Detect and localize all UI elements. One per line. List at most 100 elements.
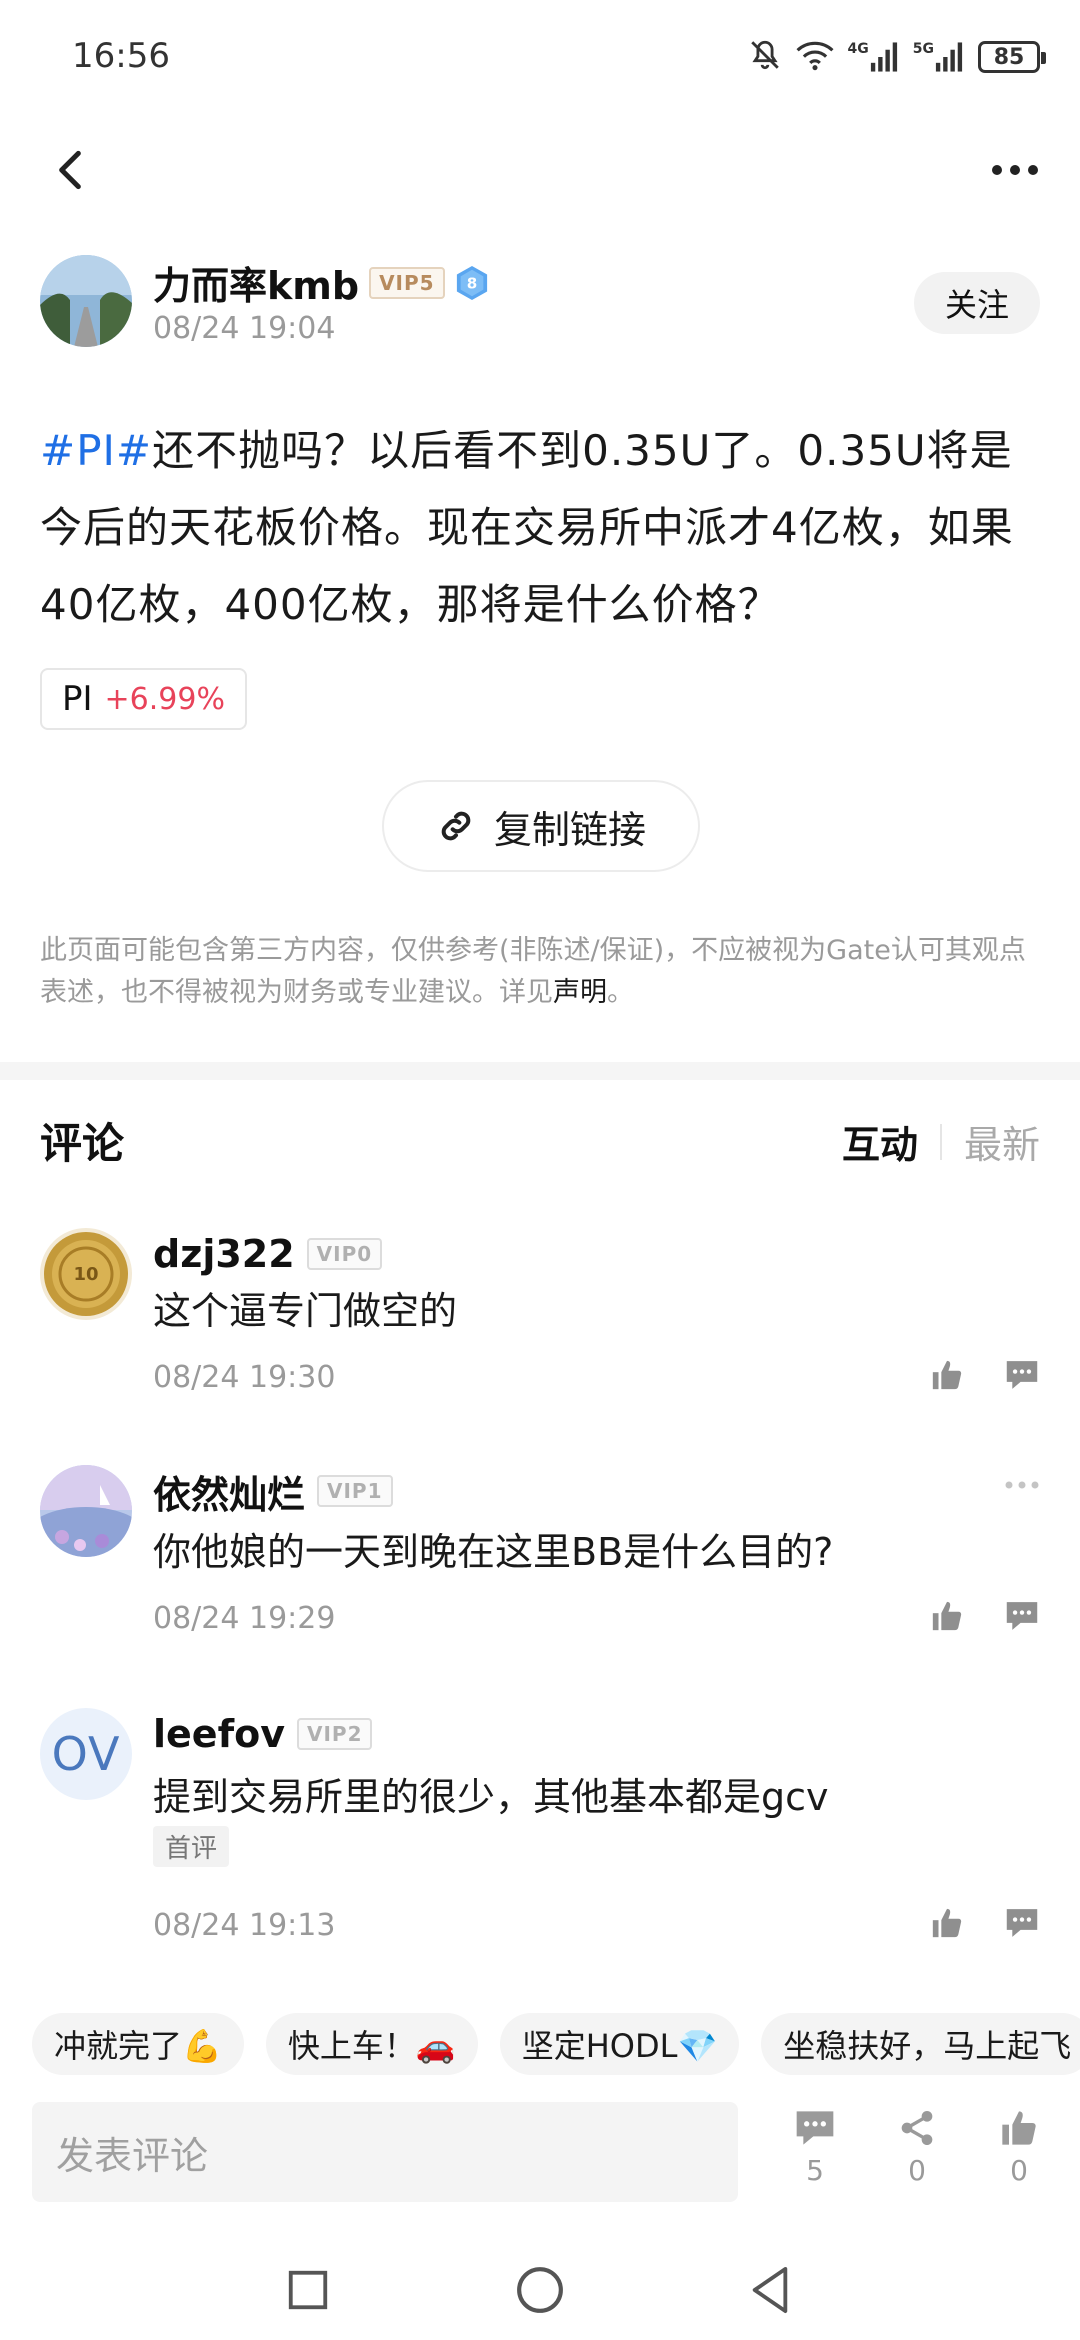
recent-apps-button[interactable] (276, 2258, 340, 2322)
chevron-left-icon (59, 150, 81, 190)
square-icon (288, 2270, 328, 2310)
author-name-row: 力而率kmb VIP5 8 (153, 255, 489, 310)
post-time: 08/24 19:04 (153, 311, 336, 346)
tab-interaction[interactable]: 互动 (842, 1114, 918, 1169)
more-options-button[interactable] (980, 140, 1050, 200)
share-icon (901, 2111, 933, 2145)
bottom-action-bar: 发表评论 5 0 0 (0, 2100, 1080, 2210)
like-icon (1002, 2111, 1036, 2145)
svg-text:10: 10 (73, 1264, 98, 1285)
disclaimer: 此页面可能包含第三方内容，仅供参考(非陈述/保证)，不应被视为Gate认可其观点… (40, 930, 1045, 1014)
post-author: 力而率kmb VIP5 8 08/24 19:04 关注 (40, 255, 1040, 355)
signal-5g-icon: 5G (913, 41, 964, 73)
like-icon[interactable] (930, 1599, 964, 1637)
comment-input[interactable]: 发表评论 (32, 2102, 738, 2202)
reply-icon[interactable] (1004, 1599, 1040, 1637)
reply-icon[interactable] (1004, 1358, 1040, 1396)
comment-icon (796, 2111, 834, 2145)
tab-separator (939, 1123, 942, 1160)
quick-reply-chip[interactable]: 快上车！🚗 (265, 2013, 478, 2075)
commenter-avatar[interactable] (40, 1465, 132, 1557)
copy-link-label: 复制链接 (493, 807, 646, 852)
comments-count: 5 (806, 2154, 824, 2187)
quick-reply-chip[interactable]: 坚定HODL💎 (499, 2013, 740, 2075)
comment-actions (930, 1358, 1040, 1396)
battery-icon: 85 (978, 41, 1046, 73)
disclaimer-end: 。 (607, 977, 634, 1008)
comment-more-button[interactable] (1004, 1475, 1040, 1494)
battery-level: 85 (993, 44, 1025, 70)
mute-icon (748, 38, 782, 76)
back-button[interactable] (40, 140, 100, 200)
coin-symbol: PI (62, 679, 93, 719)
commenter-name[interactable]: dzj322 (153, 1232, 295, 1276)
network-type-2: 5G (912, 41, 934, 57)
section-divider (0, 1062, 1080, 1080)
commenter-avatar[interactable]: 10 (40, 1228, 132, 1320)
system-nav-bar (0, 2240, 1080, 2340)
tab-latest[interactable]: 最新 (964, 1114, 1040, 1169)
commenter-name-row: 依然灿烂 VIP1 (153, 1465, 393, 1517)
level-number: 8 (466, 274, 477, 292)
like-icon[interactable] (930, 1358, 964, 1396)
post-body: #PI#还不抛吗？以后看不到0.35U了。0.35U将是今后的天花板价格。现在交… (40, 412, 1040, 643)
level-badge: 8 (455, 265, 489, 301)
network-type-1: 4G (847, 41, 869, 57)
comment-actions (930, 1906, 1040, 1944)
vip-badge: VIP2 (296, 1718, 373, 1750)
shares-count: 0 (908, 2154, 926, 2187)
vip-badge: VIP1 (317, 1475, 393, 1507)
commenter-name-row: dzj322 VIP0 (153, 1228, 383, 1280)
vip-badge: VIP0 (306, 1238, 383, 1270)
shares-stat[interactable]: 0 (877, 2108, 957, 2187)
more-horizontal-icon (1005, 1481, 1039, 1489)
hashtag-link[interactable]: #PI# (40, 426, 152, 475)
system-back-button[interactable] (738, 2258, 802, 2322)
comment-text: 提到交易所里的很少，其他基本都是gcv (153, 1775, 829, 1819)
post-text: 还不抛吗？以后看不到0.35U了。0.35U将是今后的天花板价格。现在交易所中派… (40, 426, 1014, 629)
like-icon[interactable] (930, 1906, 964, 1944)
copy-link-button[interactable]: 复制链接 (382, 780, 700, 872)
nav-bar (0, 130, 1080, 210)
circle-icon (517, 2267, 563, 2313)
status-icons: 4G 5G 85 (748, 38, 1046, 76)
reply-icon[interactable] (1004, 1906, 1040, 1944)
quick-reply-chip[interactable]: 冲就完了💪 (32, 2013, 244, 2075)
comments-title: 评论 (40, 1119, 125, 1168)
comments-stat[interactable]: 5 (775, 2108, 855, 2187)
sort-tabs: 互动 最新 (842, 1114, 1040, 1169)
triangle-back-icon (752, 2267, 788, 2313)
signal-4g-icon: 4G (848, 41, 899, 73)
commenter-avatar[interactable]: OV (40, 1708, 132, 1800)
likes-stat[interactable]: 0 (979, 2108, 1059, 2187)
follow-button[interactable]: 关注 (914, 272, 1040, 334)
comment-item: OV leefov VIP2 提到交易所里的很少，其他基本都是gcv 首评 08… (40, 1708, 1040, 1948)
author-avatar[interactable] (40, 255, 132, 347)
status-bar: 16:56 4G 5G 85 (0, 0, 1080, 120)
disclaimer-text: 此页面可能包含第三方内容，仅供参考(非陈述/保证)，不应被视为Gate认可其观点… (40, 935, 1026, 1008)
comment-item: 10 dzj322 VIP0 这个逼专门做空的 08/24 19:30 (40, 1228, 1040, 1408)
quick-replies: 冲就完了💪 快上车！🚗 坚定HODL💎 坐稳扶好，马上起飞 (32, 2013, 1080, 2075)
first-comment-tag: 首评 (153, 1826, 230, 1867)
coin-tag[interactable]: PI +6.99% (40, 668, 247, 730)
quick-reply-chip[interactable]: 坐稳扶好，马上起飞 (761, 2013, 1080, 2075)
commenter-name-row: leefov VIP2 (153, 1708, 373, 1760)
status-time: 16:56 (72, 36, 170, 76)
link-icon (441, 811, 471, 841)
more-horizontal-icon (992, 165, 1038, 175)
comment-time: 08/24 19:30 (153, 1360, 336, 1395)
home-button[interactable] (508, 2258, 572, 2322)
comment-text: 这个逼专门做空的 (153, 1289, 458, 1333)
comment-time: 08/24 19:29 (153, 1601, 336, 1636)
vip-badge: VIP5 (369, 266, 445, 299)
commenter-name[interactable]: leefov (153, 1712, 285, 1756)
comments-header: 评论 互动 最新 (40, 1110, 1040, 1170)
coin-change: +6.99% (104, 681, 225, 717)
author-name[interactable]: 力而率kmb (153, 255, 359, 310)
wifi-icon (796, 39, 834, 75)
comment-text: 你他娘的一天到晚在这里BB是什么目的? (153, 1530, 834, 1574)
disclaimer-link[interactable]: 声明 (553, 977, 607, 1008)
likes-count: 0 (1010, 2154, 1028, 2187)
comment-item: 依然灿烂 VIP1 你他娘的一天到晚在这里BB是什么目的? 08/24 19:2… (40, 1465, 1040, 1645)
commenter-name[interactable]: 依然灿烂 (153, 1464, 305, 1519)
